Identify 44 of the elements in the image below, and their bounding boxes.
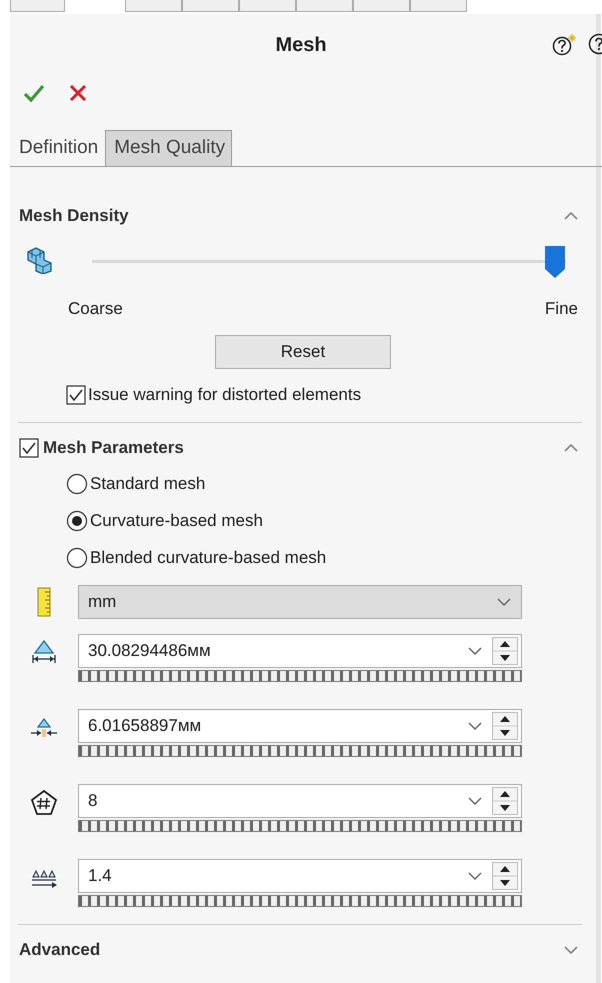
number-field[interactable]: 8 — [78, 784, 522, 818]
thumbwheel[interactable] — [78, 895, 522, 907]
checkbox-label: Issue warning for distorted elements — [88, 385, 362, 405]
radio-label: Blended curvature-based mesh — [90, 548, 326, 568]
section-title: Mesh Parameters — [43, 438, 185, 458]
slider-thumb[interactable] — [544, 245, 566, 279]
reset-button[interactable]: Reset — [215, 335, 391, 369]
caret-icon[interactable] — [564, 945, 578, 955]
tab[interactable]: Mesh Quality — [105, 130, 232, 166]
number-field[interactable]: 6.01658897мм — [78, 709, 522, 743]
pentagon-icon — [29, 788, 59, 816]
dropdown-caret-icon[interactable] — [468, 796, 482, 806]
ruler-icon — [36, 587, 52, 617]
section-title: Advanced — [19, 940, 102, 960]
help-sparkle-icon[interactable] — [552, 33, 576, 57]
dropdown-caret-icon[interactable] — [468, 871, 482, 881]
number-field[interactable]: 30.08294486мм — [78, 634, 522, 668]
spinner-arrows-icon[interactable] — [492, 637, 518, 665]
radio-button[interactable] — [66, 473, 88, 495]
ok-check-icon[interactable] — [23, 83, 45, 103]
cancel-close-icon[interactable] — [69, 84, 87, 102]
thumbwheel[interactable] — [78, 670, 522, 682]
spinner-arrows-icon[interactable] — [492, 787, 518, 815]
thumbwheel[interactable] — [78, 820, 522, 832]
slider-max-label: Fine — [544, 299, 578, 319]
radio-label: Curvature-based mesh — [90, 511, 263, 531]
radio-label: Standard mesh — [90, 474, 206, 494]
spinner-arrows-icon[interactable] — [492, 862, 518, 890]
panel-title: Mesh — [274, 34, 328, 56]
caret-icon[interactable] — [564, 443, 578, 453]
caret-icon[interactable] — [564, 211, 578, 221]
number-field[interactable]: 1.4 — [78, 859, 522, 893]
dropdown-caret-icon[interactable] — [497, 597, 511, 607]
dropdown-caret-icon[interactable] — [468, 721, 482, 731]
slider-min-label: Coarse — [68, 299, 123, 319]
units-dropdown[interactable]: mm — [78, 585, 522, 619]
checkbox[interactable] — [19, 438, 39, 458]
section-title: Mesh Density — [19, 206, 130, 226]
dropdown-caret-icon[interactable] — [468, 646, 482, 656]
radio-button[interactable] — [66, 510, 88, 532]
spinner-arrows-icon[interactable] — [492, 712, 518, 740]
thumbwheel[interactable] — [78, 745, 522, 757]
radio-button[interactable] — [66, 547, 88, 569]
checkbox[interactable] — [66, 385, 86, 405]
